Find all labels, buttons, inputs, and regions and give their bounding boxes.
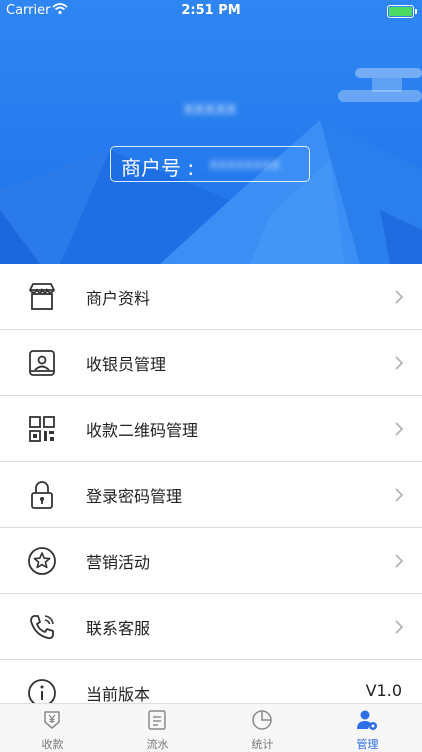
battery-icon bbox=[387, 5, 417, 18]
settings-list: 商户资料 收银员管理 收款二维码管理 登录密码管理 营销活动 联系客服 当前版本… bbox=[0, 264, 422, 726]
lock-icon bbox=[25, 478, 59, 512]
menu-item-customer-service[interactable]: 联系客服 bbox=[0, 594, 422, 660]
profile-header: Carrier 2:51 PM xxxxx 商户号 : xxxxxxxx bbox=[0, 0, 422, 264]
merchant-id-value: xxxxxxxx bbox=[209, 155, 281, 173]
payment-icon bbox=[40, 708, 64, 732]
menu-item-qr-code-management[interactable]: 收款二维码管理 bbox=[0, 396, 422, 462]
merchant-id-box: 商户号 : xxxxxxxx bbox=[110, 146, 310, 182]
menu-label: 营销活动 bbox=[86, 553, 151, 572]
tab-collect[interactable]: 收款 bbox=[0, 704, 105, 751]
chevron-right-icon bbox=[394, 289, 404, 305]
menu-item-marketing[interactable]: 营销活动 bbox=[0, 528, 422, 594]
ledger-icon bbox=[145, 708, 169, 732]
menu-label: 商户资料 bbox=[86, 289, 151, 308]
chevron-right-icon bbox=[394, 619, 404, 635]
tab-bar: 收款 流水 统计 管理 bbox=[0, 703, 422, 751]
chevron-right-icon bbox=[394, 355, 404, 371]
user-settings-icon bbox=[355, 708, 379, 732]
menu-label: 登录密码管理 bbox=[86, 487, 183, 506]
qr-code-icon bbox=[25, 412, 59, 446]
tab-statistics[interactable]: 统计 bbox=[210, 704, 315, 751]
menu-label: 收款二维码管理 bbox=[86, 421, 199, 440]
status-bar: Carrier 2:51 PM bbox=[0, 0, 422, 22]
menu-label: 收银员管理 bbox=[86, 355, 167, 374]
phone-icon bbox=[25, 610, 59, 644]
tab-management[interactable]: 管理 bbox=[315, 704, 420, 751]
menu-label: 当前版本 bbox=[86, 685, 151, 704]
merchant-id-label: 商户号 : bbox=[121, 156, 195, 180]
store-name: xxxxx bbox=[183, 98, 237, 119]
cashier-id-icon bbox=[25, 346, 59, 380]
menu-item-merchant-info[interactable]: 商户资料 bbox=[0, 264, 422, 330]
chevron-right-icon bbox=[394, 553, 404, 569]
store-icon bbox=[25, 280, 59, 314]
menu-item-password-management[interactable]: 登录密码管理 bbox=[0, 462, 422, 528]
version-value: V1.0 bbox=[365, 681, 402, 700]
pie-chart-icon bbox=[250, 708, 274, 732]
menu-item-cashier-management[interactable]: 收银员管理 bbox=[0, 330, 422, 396]
status-time: 2:51 PM bbox=[181, 3, 241, 18]
chevron-right-icon bbox=[394, 421, 404, 437]
menu-label: 联系客服 bbox=[86, 619, 151, 638]
header-background bbox=[0, 68, 422, 264]
star-icon bbox=[25, 544, 59, 578]
tab-transactions[interactable]: 流水 bbox=[105, 704, 210, 751]
chevron-right-icon bbox=[394, 487, 404, 503]
